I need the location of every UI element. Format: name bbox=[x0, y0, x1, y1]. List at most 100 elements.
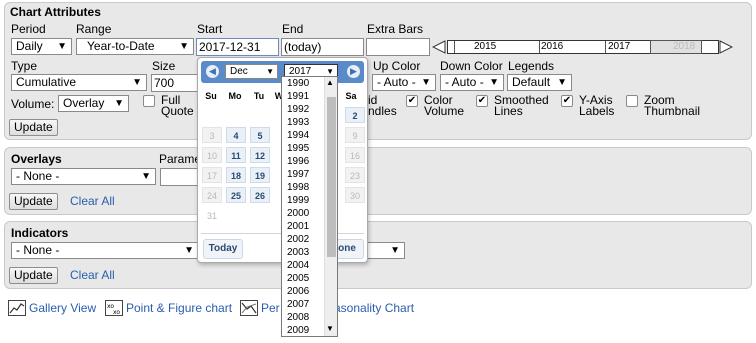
color-volume-checkbox[interactable]: ✔ bbox=[406, 95, 418, 107]
zoom-thumbnail-checkbox[interactable] bbox=[626, 95, 638, 107]
chart-attributes-title: Chart Attributes bbox=[10, 5, 101, 19]
timeline-left-arrow-icon[interactable] bbox=[432, 40, 446, 54]
calendar-day[interactable]: 5 bbox=[250, 127, 270, 143]
timeline-separator bbox=[539, 41, 540, 53]
indicators-title: Indicators bbox=[11, 226, 69, 240]
up-color-label: Up Color bbox=[373, 59, 421, 73]
extra-bars-label: Extra Bars bbox=[367, 22, 424, 36]
end-date-input[interactable]: (today) bbox=[281, 38, 364, 56]
start-date-input[interactable]: 2017-12-31 bbox=[196, 38, 279, 56]
point-figure-icon[interactable]: xoxo bbox=[105, 300, 123, 316]
calendar-day[interactable]: 26 bbox=[250, 187, 270, 203]
year-dropdown-list[interactable]: 1990 1991 1992 1993 1994 1995 1996 1997 1998 1999… bbox=[281, 76, 338, 337]
timeline-year-2016: 2016 bbox=[541, 41, 564, 52]
overlays-clear-all-link[interactable]: Clear All bbox=[70, 194, 115, 208]
overlays-update-button[interactable]: Update bbox=[9, 193, 58, 210]
extra-bars-input[interactable] bbox=[366, 38, 430, 56]
volume-select-value: Overlay bbox=[63, 96, 105, 110]
type-select[interactable]: Cumulative ▼ bbox=[11, 74, 147, 91]
calendar-day[interactable]: 12 bbox=[250, 147, 270, 163]
legends-select[interactable]: Default ▼ bbox=[507, 74, 572, 91]
point-figure-link[interactable]: Point & Figure chart bbox=[126, 301, 232, 315]
period-select-value: Daily bbox=[16, 39, 43, 53]
calendar-day[interactable]: 19 bbox=[250, 167, 270, 183]
overlays-parameters-input[interactable] bbox=[160, 168, 200, 186]
chevron-down-icon: ▼ bbox=[266, 67, 274, 76]
down-color-label: Down Color bbox=[440, 59, 503, 73]
calendar-day[interactable]: 11 bbox=[226, 147, 246, 163]
gallery-view-link[interactable]: Gallery View bbox=[29, 301, 96, 315]
chevron-down-icon: ▼ bbox=[132, 77, 142, 88]
calendar-day[interactable]: 16 bbox=[345, 147, 365, 163]
calendar-day[interactable]: 2 bbox=[345, 107, 365, 123]
calendar-day[interactable]: 18 bbox=[226, 167, 246, 183]
type-label: Type bbox=[11, 59, 38, 73]
gallery-view-icon[interactable] bbox=[8, 300, 26, 316]
weekday-header: Su bbox=[205, 91, 217, 101]
calendar-day[interactable]: 30 bbox=[345, 187, 365, 203]
chevron-down-icon: ▼ bbox=[421, 77, 431, 88]
indicators-select[interactable]: - None - ▼ bbox=[11, 242, 199, 259]
weekday-header: Sa bbox=[345, 91, 357, 101]
timeline-right-arrow-icon[interactable] bbox=[719, 40, 733, 54]
indicators-update-button[interactable]: Update bbox=[9, 267, 58, 284]
overlays-parameters-label: Parame bbox=[159, 152, 202, 166]
calendar-day[interactable]: 25 bbox=[226, 187, 246, 203]
size-input[interactable]: 700 bbox=[151, 74, 199, 92]
up-color-select[interactable]: - Auto - ▼ bbox=[372, 74, 436, 91]
calendar-day[interactable]: 31 bbox=[202, 207, 222, 223]
zoom-thumbnail-label: Zoom Thumbnail bbox=[644, 93, 701, 118]
timeline-separator bbox=[605, 41, 606, 53]
calendar-day[interactable]: 17 bbox=[202, 167, 222, 183]
calendar-day[interactable]: 23 bbox=[345, 167, 365, 183]
period-label: Period bbox=[11, 22, 46, 36]
chevron-down-icon: ▼ bbox=[557, 77, 567, 88]
calendar-day[interactable]: 4 bbox=[226, 127, 246, 143]
scroll-up-icon[interactable]: ▲ bbox=[326, 78, 334, 88]
range-select-value: Year-to-Date bbox=[87, 39, 155, 53]
overlays-select[interactable]: - None - ▼ bbox=[11, 168, 156, 185]
start-label: Start bbox=[197, 22, 223, 36]
calendar-day[interactable]: 10 bbox=[202, 147, 222, 163]
timeline-slider[interactable]: 2015 2016 2017 2018 bbox=[447, 40, 719, 54]
solid-candles-label: id ndles bbox=[368, 93, 397, 118]
full-quote-checkbox[interactable] bbox=[143, 95, 155, 107]
chevron-down-icon: ▼ bbox=[184, 245, 194, 256]
chart-attributes-update-button[interactable]: Update bbox=[9, 119, 58, 136]
y-axis-labels-label: Y-Axis Labels bbox=[579, 93, 615, 118]
chevron-down-icon: ▼ bbox=[390, 245, 400, 256]
performance-icon[interactable] bbox=[240, 300, 258, 316]
year-list-scrollbar[interactable]: ▲ ▼ bbox=[324, 77, 337, 336]
smoothed-lines-checkbox[interactable]: ✔ bbox=[476, 95, 488, 107]
y-axis-labels-checkbox[interactable]: ✔ bbox=[561, 95, 573, 107]
period-select[interactable]: Daily ▼ bbox=[11, 38, 72, 55]
down-color-select[interactable]: - Auto - ▼ bbox=[440, 74, 504, 91]
end-label: End bbox=[282, 22, 304, 36]
overlays-title: Overlays bbox=[11, 152, 62, 166]
type-select-value: Cumulative bbox=[16, 75, 77, 89]
scrollbar-thumb[interactable] bbox=[327, 97, 336, 257]
indicators-clear-all-link[interactable]: Clear All bbox=[70, 268, 115, 282]
weekday-header: Tu bbox=[253, 91, 265, 101]
timeline-separator bbox=[454, 41, 455, 53]
seasonality-chart-link[interactable]: asonality Chart bbox=[334, 301, 414, 315]
svg-text:xo: xo bbox=[113, 309, 120, 316]
legends-label: Legends bbox=[508, 59, 555, 73]
prev-month-icon[interactable]: ◀ bbox=[206, 65, 219, 78]
weekday-header: Mo bbox=[228, 91, 242, 101]
chevron-down-icon: ▼ bbox=[141, 171, 151, 182]
calendar-day[interactable]: 24 bbox=[202, 187, 222, 203]
chevron-down-icon: ▼ bbox=[57, 41, 67, 52]
month-select[interactable]: Dec ▼ bbox=[225, 64, 278, 79]
scroll-down-icon[interactable]: ▼ bbox=[326, 324, 334, 334]
today-button[interactable]: Today bbox=[203, 239, 243, 259]
performance-link[interactable]: Per bbox=[261, 301, 280, 315]
color-volume-label: Color Volume bbox=[424, 93, 465, 118]
range-select[interactable]: Year-to-Date ▼ bbox=[76, 38, 194, 55]
calendar-day[interactable]: 3 bbox=[202, 127, 222, 143]
next-month-icon[interactable]: ▶ bbox=[347, 65, 360, 78]
legends-select-value: Default bbox=[512, 75, 551, 89]
volume-select[interactable]: Overlay ▼ bbox=[58, 95, 129, 112]
up-color-select-value: - Auto - bbox=[377, 75, 416, 89]
calendar-day[interactable]: 9 bbox=[345, 127, 365, 143]
